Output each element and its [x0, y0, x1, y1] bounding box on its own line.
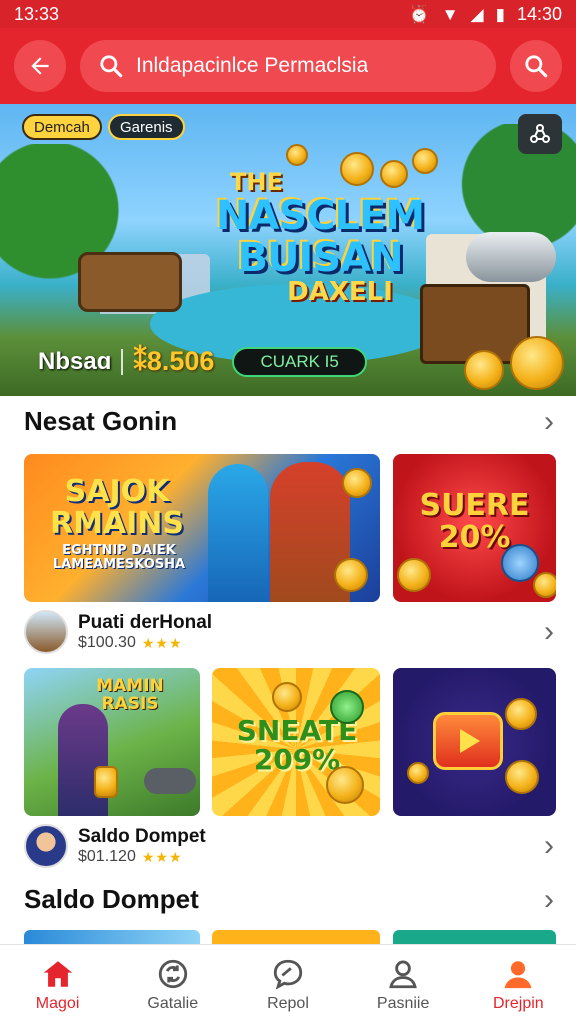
item-name: Puati derHonal: [78, 612, 213, 633]
status-bar: 13:33 ⏰ ▼ ◢ ▮ 14:30: [0, 0, 576, 28]
chevron-right-icon[interactable]: ›: [544, 884, 554, 915]
item-sub: $01.120 ★★★: [78, 848, 544, 866]
nav-label: Pasniie: [376, 994, 430, 1012]
item-price: $100.30: [78, 634, 136, 651]
person-icon: [389, 960, 417, 988]
rating-stars: ★★★: [141, 848, 183, 865]
list-item[interactable]: Saldo Dompet $01.120 ★★★ ›: [24, 824, 554, 868]
section-header[interactable]: Saldo Dompet ›: [24, 884, 554, 915]
nav-item-gallery[interactable]: Gatalie: [123, 957, 223, 1013]
cannon-illustration: [144, 768, 196, 794]
game-tile[interactable]: [393, 668, 556, 816]
coin-illustration: [397, 558, 431, 592]
section-header[interactable]: Nesat Gonin ›: [24, 406, 554, 437]
coin-illustration: [505, 760, 539, 794]
search-bar[interactable]: Inldapacinlce Permaclsia: [80, 40, 496, 92]
hero-title-line: BUISAN: [237, 235, 403, 282]
coin-illustration: [330, 690, 364, 724]
app-header: Inldapacinlce Permaclsia: [0, 28, 576, 104]
coin-illustration: [286, 144, 308, 166]
search-icon: [525, 55, 548, 78]
hero-title-line: DAXELI: [287, 277, 393, 308]
game-tile[interactable]: SNEATE 209%: [212, 668, 380, 816]
hero-title: THE NASCLEM BUISAN DAXELI: [200, 168, 440, 308]
section-title: Saldo Dompet: [24, 884, 199, 914]
jeep-illustration: [78, 252, 182, 312]
coin-illustration: [505, 698, 537, 730]
item-meta: Puati derHonal $100.30 ★★★: [78, 612, 544, 652]
cannon-illustration: [466, 232, 556, 282]
back-button[interactable]: [14, 40, 66, 92]
character-illustration: [58, 704, 108, 816]
item-name: Saldo Dompet: [78, 826, 206, 847]
nav-item-report[interactable]: Repol: [238, 957, 338, 1013]
game-tile[interactable]: SUERE 20%: [393, 454, 556, 602]
coin-illustration: [407, 762, 429, 784]
share-button[interactable]: [518, 114, 562, 154]
divider: [121, 348, 124, 375]
nav-label: Repol: [267, 994, 309, 1012]
coin-illustration: [510, 336, 564, 390]
chat-bubble-icon: [273, 959, 303, 990]
hero-title-line: NASCLEM: [215, 193, 425, 240]
tile-subtitle: EGHTNIP DAIEK LAMEAMESKOSHA: [52, 543, 186, 572]
chevron-right-icon[interactable]: ›: [544, 831, 554, 861]
item-sub: $100.30 ★★★: [78, 634, 544, 652]
section-title: Nesat Gonin: [24, 406, 178, 436]
arrow-left-icon: [31, 57, 49, 75]
chevron-right-icon[interactable]: ›: [544, 617, 554, 647]
status-icons: ⏰ ▼ ◢ ▮ 14:30: [409, 4, 562, 25]
item-meta: Saldo Dompet $01.120 ★★★: [78, 826, 544, 866]
coin-illustration: [334, 558, 368, 592]
chevron-right-icon[interactable]: ›: [544, 406, 554, 437]
profile-icon: [504, 960, 532, 988]
nav-item-account[interactable]: Drejpin: [468, 957, 568, 1013]
signal-icon: ◢: [470, 4, 484, 24]
play-icon: [433, 712, 503, 770]
home-icon: [43, 960, 72, 987]
share-icon: [530, 124, 550, 143]
character-illustration: [208, 464, 268, 602]
nav-item-home[interactable]: Magoi: [8, 957, 108, 1013]
hero-code-button[interactable]: CUARK I5: [232, 346, 367, 377]
game-tile[interactable]: MAMIN RASIS: [24, 668, 200, 816]
search-input[interactable]: Inldapacinlce Permaclsia: [136, 54, 368, 78]
search-icon: [100, 55, 123, 78]
hero-title-line: THE: [230, 168, 283, 196]
coin-illustration: [326, 766, 364, 804]
nav-label: Magoi: [35, 994, 80, 1012]
coin-illustration: [94, 766, 118, 798]
nav-label: Gatalie: [147, 994, 199, 1012]
hero-name: Nbsaɑ: [38, 347, 112, 375]
avatar: [24, 610, 68, 654]
list-item[interactable]: Puati derHonal $100.30 ★★★ ›: [24, 610, 554, 654]
bottom-navigation: Magoi Gatalie Repol Pasniie Drejpin: [0, 944, 576, 1024]
coin-illustration: [342, 468, 372, 498]
rating-stars: ★★★: [141, 634, 183, 651]
avatar: [24, 824, 68, 868]
item-price: $01.120: [78, 848, 136, 865]
search-button[interactable]: [510, 40, 562, 92]
coin-illustration: [272, 682, 302, 712]
status-time: 13:33: [14, 3, 60, 24]
refresh-chat-icon: [158, 959, 187, 988]
hero-banner[interactable]: Demcah Garenis THE NASCLEM BUISAN DAXELI…: [0, 104, 576, 396]
coin-illustration: [464, 350, 504, 390]
battery-icon: ▮: [495, 4, 505, 24]
nav-label: Drejpin: [493, 994, 544, 1012]
hero-amount: ⁑8.506: [133, 346, 215, 376]
game-tile[interactable]: SAJOK RMAINS EGHTNIP DAIEK LAMEAMESKOSHA: [24, 454, 380, 602]
wifi-icon: ▼: [441, 4, 459, 24]
coin-illustration: [533, 572, 556, 598]
coin-illustration: [501, 544, 539, 582]
nav-item-profile[interactable]: Pasniie: [353, 957, 453, 1013]
hero-info-row: Nbsaɑ ⁑8.506 CUARK I5: [38, 346, 367, 377]
category-chip[interactable]: Garenis: [108, 114, 185, 140]
tile-title: SAJOK RMAINS: [49, 474, 185, 541]
status-right-time: 14:30: [516, 3, 562, 24]
category-chip[interactable]: Demcah: [22, 114, 102, 140]
alarm-icon: ⏰: [408, 4, 430, 24]
